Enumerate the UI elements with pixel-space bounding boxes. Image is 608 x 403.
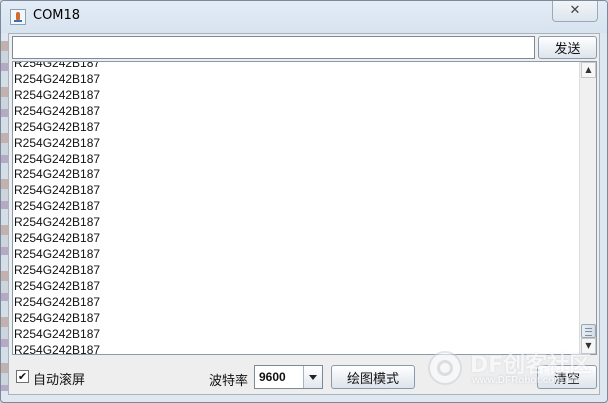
window-title: COM18 — [33, 8, 81, 23]
serial-output-area[interactable]: R254G242B187 R254G242B187 R254G242B187 R254… — [12, 61, 597, 355]
bottom-controls: ✔ 自动滚屏 波特率 9600 绘图模式 清空 — [9, 360, 599, 394]
output-line: R254G242B187 — [14, 262, 101, 277]
output-line: R254G242B187 — [14, 310, 101, 325]
output-line: R254G242B187 — [14, 199, 101, 214]
scroll-thumb[interactable] — [581, 324, 596, 338]
arrow-up-icon: ▲ — [585, 65, 592, 74]
output-line: R254G242B187 — [14, 231, 101, 246]
java-cup-icon — [10, 9, 26, 25]
output-line: R254G242B187 — [14, 278, 101, 293]
output-line: R254G242B187 — [14, 103, 101, 118]
output-line: R254G242B187 — [14, 215, 101, 230]
output-line: R254G242B187 — [14, 167, 101, 182]
output-line: R254G242B187 — [14, 119, 101, 134]
client-area: 发送 R254G242B187 R254G242B187 R254G242B187 R… — [8, 33, 600, 395]
output-line: R254G242B187 — [14, 247, 101, 262]
close-button[interactable]: ✕ — [552, 1, 598, 22]
scroll-down-button[interactable]: ▼ — [581, 338, 596, 354]
autoscroll-checkbox[interactable]: ✔ — [16, 370, 29, 383]
title-bar[interactable]: COM18 ✕ — [1, 1, 607, 33]
chevron-down-icon[interactable] — [303, 366, 322, 388]
vertical-scrollbar[interactable]: ▲ ▼ — [579, 62, 596, 354]
serial-monitor-window: COM18 ✕ 发送 R254G242B187 R254G242B187 R254G… — [0, 0, 608, 403]
output-line: R254G242B187 — [14, 71, 101, 86]
baud-rate-value: 9600 — [259, 370, 286, 384]
clear-button[interactable]: 清空 — [537, 365, 597, 389]
output-line: R254G242B187 — [14, 342, 101, 355]
send-button[interactable]: 发送 — [538, 36, 597, 59]
baud-rate-label: 波特率 — [209, 374, 249, 389]
output-line: R254G242B187 — [14, 135, 101, 150]
output-line: R254G242B187 — [14, 183, 101, 198]
output-line: R254G242B187 — [14, 151, 101, 166]
output-line: R254G242B187 — [14, 87, 101, 102]
plot-mode-button[interactable]: 绘图模式 — [331, 365, 415, 389]
scroll-up-button[interactable]: ▲ — [581, 62, 596, 78]
baud-rate-select[interactable]: 9600 — [254, 365, 323, 389]
checkmark-icon: ✔ — [17, 370, 28, 383]
output-lines: R254G242B187 R254G242B187 R254G242B187 R254… — [14, 61, 579, 355]
output-line: R254G242B187 — [14, 61, 101, 70]
arrow-down-icon: ▼ — [585, 341, 592, 350]
output-line: R254G242B187 — [14, 294, 101, 309]
close-icon: ✕ — [569, 3, 581, 18]
send-input[interactable] — [12, 36, 535, 59]
desktop-background-strip — [1, 41, 8, 391]
autoscroll-label: 自动滚屏 — [33, 373, 86, 388]
output-line: R254G242B187 — [14, 326, 101, 341]
